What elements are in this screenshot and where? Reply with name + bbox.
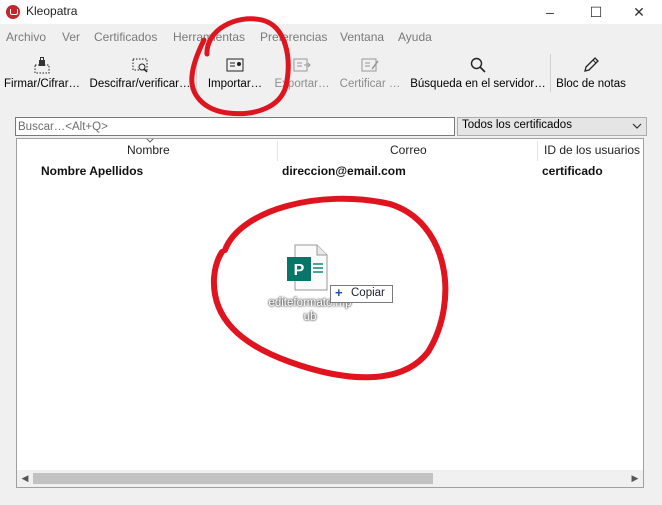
column-divider[interactable] [277, 141, 278, 161]
plus-icon: + [335, 285, 343, 300]
copy-tooltip-label: Copiar [351, 287, 385, 299]
search-input[interactable] [15, 117, 455, 136]
toolbar: Firmar/Cifrar… Descifrar/verificar… Impo… [0, 50, 662, 98]
menu-ver[interactable]: Ver [62, 30, 80, 44]
window-title: Kleopatra [26, 4, 78, 18]
scrollbar-thumb[interactable] [33, 473, 433, 484]
scroll-right-arrow-icon[interactable]: ▶ [628, 472, 642, 485]
minimize-button[interactable]: – [527, 0, 573, 24]
import-button[interactable]: Importar… [204, 52, 266, 96]
notepad-button[interactable]: Bloc de notas [556, 52, 626, 96]
server-lookup-label: Búsqueda en el servidor… [410, 78, 546, 90]
copy-drop-tooltip: + Copiar [330, 285, 393, 303]
export-certificate-icon [293, 58, 311, 72]
pencil-icon [584, 57, 599, 72]
notepad-label: Bloc de notas [556, 78, 626, 90]
menu-certificados[interactable]: Certificados [94, 30, 157, 44]
scroll-left-arrow-icon[interactable]: ◀ [18, 472, 32, 485]
column-divider[interactable] [537, 141, 538, 161]
server-lookup-button[interactable]: Búsqueda en el servidor… [410, 52, 546, 96]
cell-email: direccion@email.com [282, 164, 406, 178]
maximize-button[interactable]: ☐ [573, 0, 619, 24]
search-icon [470, 57, 486, 73]
menu-herramientas[interactable]: Herramientas [173, 30, 245, 44]
certify-button[interactable]: Certificar … [338, 52, 402, 96]
toolbar-separator [550, 54, 551, 92]
menu-ventana[interactable]: Ventana [340, 30, 384, 44]
kleopatra-logo-icon [6, 5, 20, 19]
decrypt-verify-label: Descifrar/verificar… [89, 78, 191, 90]
certify-label: Certificar … [339, 78, 401, 90]
horizontal-scrollbar[interactable]: ◀ ▶ [17, 470, 643, 487]
decrypt-verify-icon [132, 58, 148, 73]
cell-user-ids: certificado [542, 164, 603, 178]
toolbar-separator [196, 54, 197, 92]
decrypt-verify-button[interactable]: Descifrar/verificar… [88, 52, 192, 96]
column-header-user-ids[interactable]: ID de los usuarios [544, 143, 640, 157]
column-header-correo[interactable]: Correo [390, 143, 427, 157]
export-label: Exportar… [274, 78, 330, 90]
certificate-filter-select[interactable]: Todos los certificados [457, 117, 647, 136]
publisher-file-icon: P [287, 244, 328, 291]
menu-ayuda[interactable]: Ayuda [398, 30, 432, 44]
column-header-nombre[interactable]: Nombre [127, 143, 170, 157]
certificate-filter-value: Todos los certificados [462, 119, 572, 131]
title-bar: Kleopatra – ☐ ✕ [0, 0, 662, 24]
sign-encrypt-button[interactable]: Firmar/Cifrar… [4, 52, 80, 96]
export-button[interactable]: Exportar… [272, 52, 332, 96]
menu-preferencias[interactable]: Preferencias [260, 30, 327, 44]
import-label: Importar… [207, 78, 263, 90]
menu-bar: Archivo Ver Certificados Herramientas Pr… [0, 28, 662, 48]
cell-name: Nombre Apellidos [41, 164, 144, 178]
svg-text:P: P [294, 262, 305, 279]
sign-encrypt-label: Firmar/Cifrar… [4, 78, 81, 90]
certify-icon [361, 58, 379, 72]
chevron-down-icon [632, 123, 642, 129]
sign-encrypt-icon [34, 57, 50, 74]
close-button[interactable]: ✕ [616, 0, 662, 24]
import-certificate-icon [226, 58, 244, 72]
menu-archivo[interactable]: Archivo [6, 30, 46, 44]
